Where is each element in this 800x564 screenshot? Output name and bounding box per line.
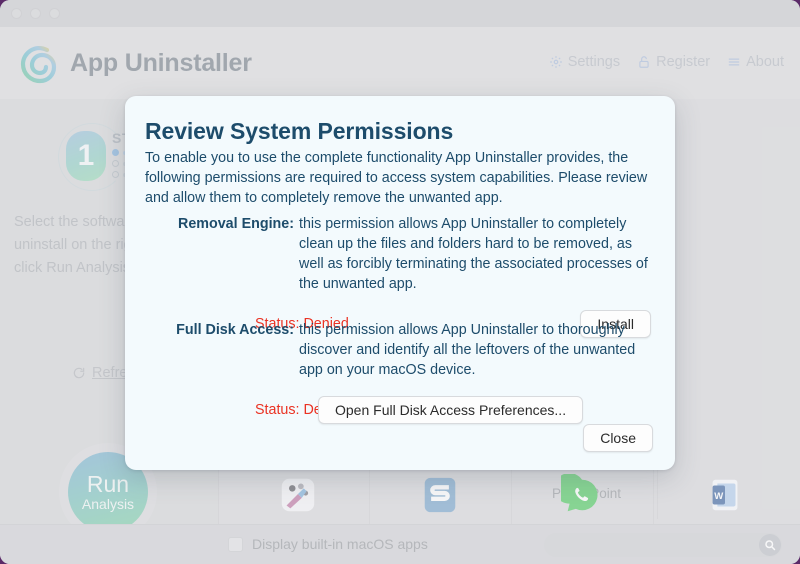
- status-badge-full-disk-access: Status: Denied: [255, 402, 349, 418]
- dialog-footer: Close: [583, 424, 653, 452]
- close-button[interactable]: Close: [583, 424, 653, 452]
- permission-description-full-disk-access: this permission allows App Uninstaller t…: [299, 322, 636, 378]
- permission-label-removal-engine: Removal Engine:: [178, 216, 294, 232]
- open-full-disk-access-preferences-button[interactable]: Open Full Disk Access Preferences...: [318, 396, 584, 424]
- permission-label-full-disk-access: Full Disk Access:: [176, 322, 294, 338]
- permission-full-disk-access: Full Disk Access: this permission allows…: [145, 320, 657, 424]
- permission-description-removal-engine: this permission allows App Uninstaller t…: [299, 216, 648, 292]
- dialog-title: Review System Permissions: [145, 118, 454, 144]
- app-window: App Uninstaller Settings Register About …: [0, 0, 800, 564]
- dialog-intro-text: To enable you to use the complete functi…: [145, 150, 648, 206]
- review-permissions-dialog: Review System Permissions To enable you …: [125, 96, 675, 470]
